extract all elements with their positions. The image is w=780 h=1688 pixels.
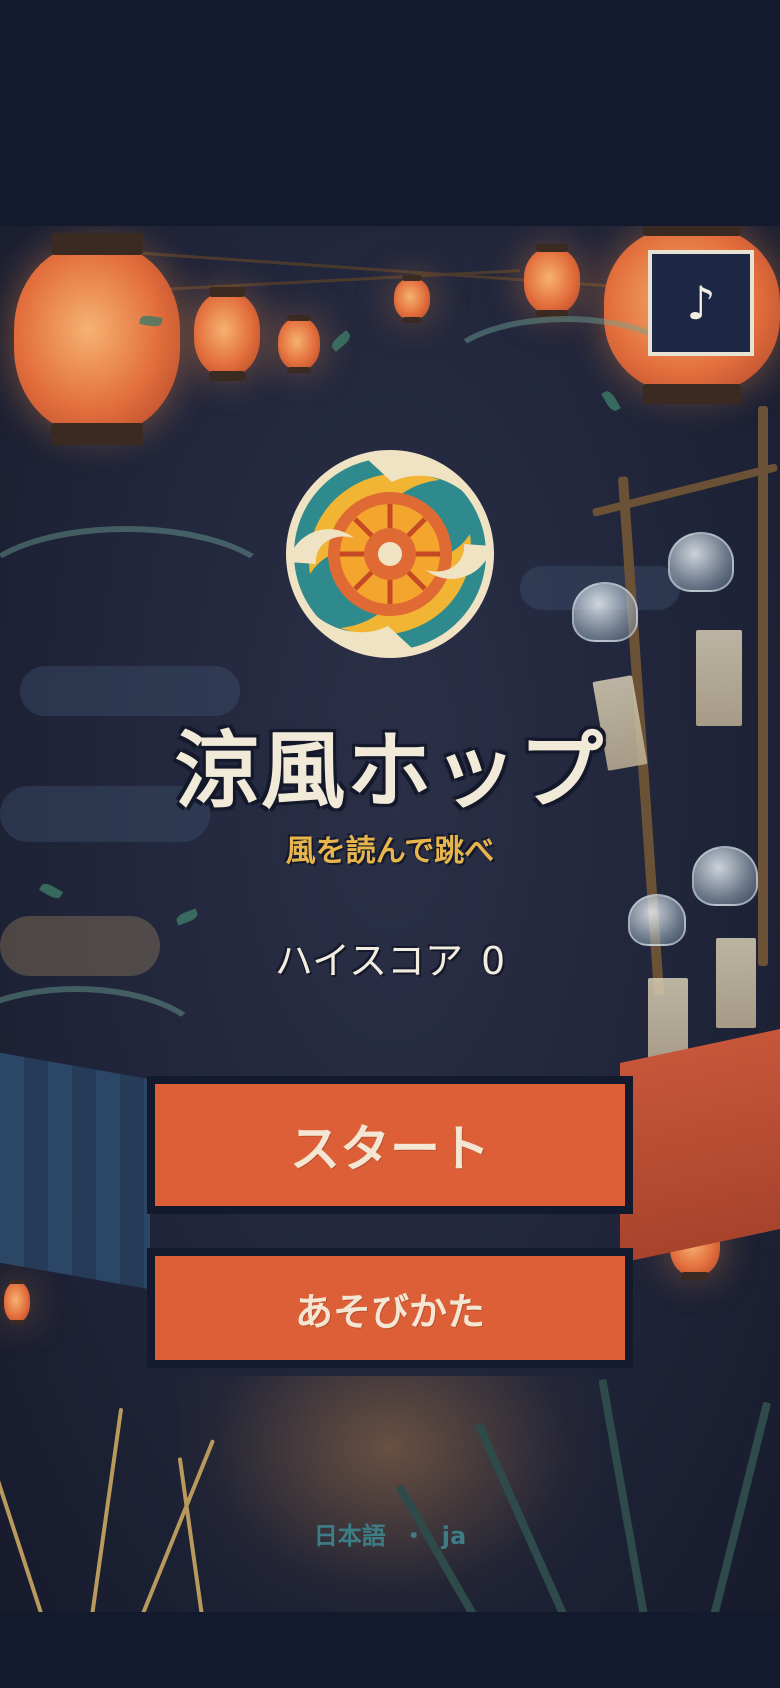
music-toggle-button[interactable]: ♪	[648, 250, 754, 356]
leaf	[38, 881, 64, 901]
language-separator: ・	[401, 1522, 426, 1550]
paper-lantern	[278, 314, 320, 374]
bamboo-pole	[758, 406, 768, 966]
language-selector[interactable]: 日本語・ ja	[0, 1516, 780, 1551]
language-code: ja	[441, 1522, 467, 1550]
paper-lantern	[394, 275, 430, 323]
festival-street	[180, 1376, 600, 1612]
stall-curtain	[620, 1028, 780, 1264]
reed-leaf	[710, 1401, 772, 1612]
paper-lantern	[524, 244, 580, 318]
start-button[interactable]: スタート	[147, 1076, 633, 1214]
music-note-icon: ♪	[686, 276, 716, 330]
high-score: ハイスコア 0	[0, 930, 780, 985]
wind-chime	[572, 582, 638, 642]
game-title: 涼風ホップ	[174, 722, 605, 820]
high-score-value: 0	[480, 939, 506, 983]
how-to-play-button[interactable]: あそびかた	[147, 1248, 633, 1368]
pampas-grass	[0, 1396, 44, 1612]
pampas-grass	[90, 1407, 124, 1612]
leaf	[174, 908, 200, 926]
reed-leaf	[598, 1378, 648, 1612]
wind-swirl-logo	[286, 450, 494, 658]
paper-lantern	[194, 286, 260, 382]
game-subtitle: 風を読んで跳べ	[285, 834, 495, 869]
high-score-label: ハイスコア	[274, 939, 463, 983]
game-canvas: ♪ 涼風ホップ 風を読んで跳べ ハイスコア 0 スタート あそびかた 日本語 ・…	[0, 226, 780, 1612]
stall-awning	[0, 1052, 150, 1290]
leaf	[329, 330, 353, 352]
language-name: 日本語	[313, 1522, 386, 1550]
paper-lantern	[14, 232, 180, 446]
wind-swirl	[0, 526, 282, 658]
screen: ♪ 涼風ホップ 風を読んで跳べ ハイスコア 0 スタート あそびかた 日本語 ・…	[0, 0, 780, 1688]
wind-chime	[668, 532, 734, 592]
paper-lantern	[4, 1279, 30, 1325]
